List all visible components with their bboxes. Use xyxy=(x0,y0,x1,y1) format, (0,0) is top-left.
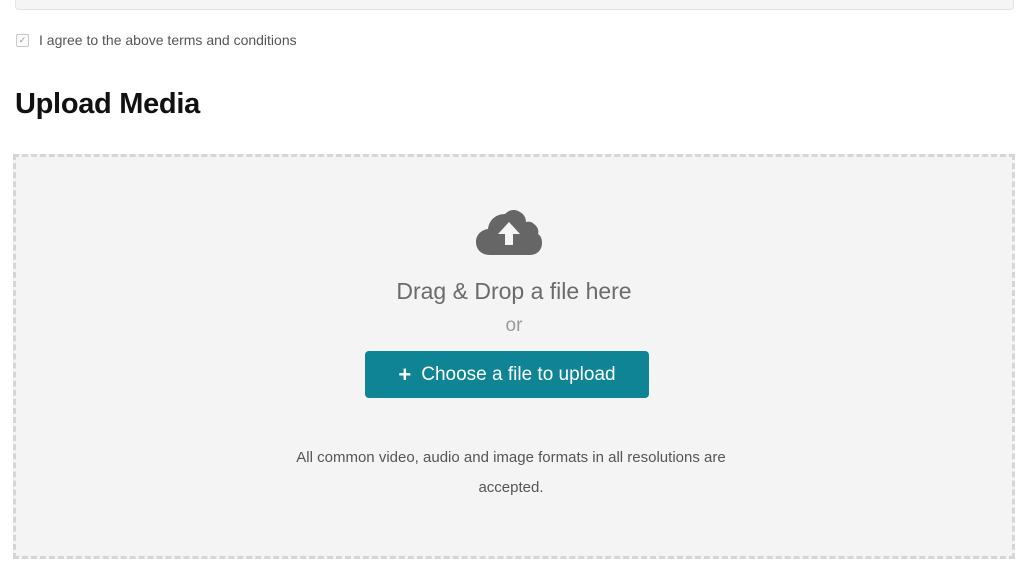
agree-terms-label[interactable]: I agree to the above terms and condition… xyxy=(39,32,297,48)
terms-text-box xyxy=(15,0,1014,10)
plus-icon: + xyxy=(398,361,412,387)
agree-terms-checkbox[interactable]: ✓ xyxy=(16,33,29,47)
cloud-upload-icon xyxy=(476,210,542,255)
upload-dropzone[interactable]: Drag & Drop a file here or + Choose a fi… xyxy=(13,154,1015,559)
drag-drop-text: Drag & Drop a file here xyxy=(396,278,632,304)
agree-terms-row[interactable]: ✓ I agree to the above terms and conditi… xyxy=(16,32,297,48)
accepted-formats-text: All common video, audio and image format… xyxy=(296,449,726,496)
or-text: or xyxy=(505,315,523,336)
choose-file-button[interactable]: + Choose a file to upload xyxy=(365,351,649,398)
choose-file-label: Choose a file to upload xyxy=(421,363,616,385)
page-title: Upload Media xyxy=(15,88,200,120)
